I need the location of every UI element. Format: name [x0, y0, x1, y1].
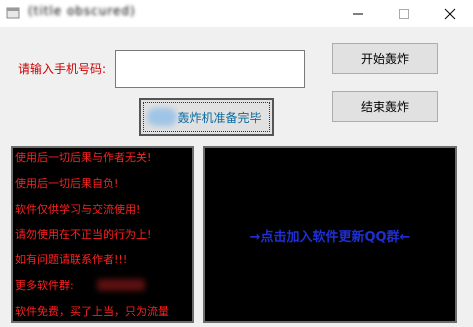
phone-label: 请输入手机号码:: [18, 62, 107, 76]
phone-input[interactable]: [115, 50, 305, 88]
notice-line: 软件仅供学习与交流使用!: [15, 203, 141, 216]
start-bomb-label: 开始轰炸: [360, 52, 409, 66]
minimize-icon: [353, 13, 363, 14]
maximize-icon: [399, 8, 409, 19]
notice-line: 更多软件群:: [15, 279, 74, 292]
close-icon: [444, 8, 456, 19]
app-window: (title obscured) 请输入手机号码: 开始轰炸 结束轰炸 轰炸机准…: [0, 0, 473, 327]
close-button[interactable]: [427, 0, 473, 27]
notice-line: 如有问题请联系作者!!!: [15, 253, 128, 266]
ready-status-button[interactable]: 轰炸机准备完毕: [139, 98, 274, 136]
maximize-button[interactable]: [381, 0, 427, 27]
join-qq-group-link[interactable]: →点击加入软件更新QQ群←: [205, 226, 455, 245]
stop-bomb-label: 结束轰炸: [360, 100, 409, 114]
notice-panel: 使用后一切后果与作者无关! 使用后一切后果自负! 软件仅供学习与交流使用! 请勿…: [11, 146, 194, 323]
notice-line: 请勿使用在不正当的行为上!: [15, 228, 152, 241]
stop-bomb-button[interactable]: 结束轰炸: [332, 91, 438, 122]
window-title: (title obscured): [28, 4, 136, 18]
app-icon: [6, 7, 20, 19]
ready-status-label: 轰炸机准备完毕: [177, 110, 262, 125]
notice-line: 使用后一切后果与作者无关!: [15, 151, 152, 164]
minimize-button[interactable]: [335, 0, 381, 27]
qq-group-panel: →点击加入软件更新QQ群←: [203, 146, 457, 323]
blurred-icon: [147, 108, 177, 126]
notice-line: 使用后一切后果自负!: [15, 177, 119, 190]
notice-line: 软件免费，买了上当，只为流量: [15, 305, 169, 318]
start-bomb-button[interactable]: 开始轰炸: [332, 43, 438, 74]
redacted-group-number: [97, 279, 145, 291]
title-bar[interactable]: (title obscured): [0, 0, 473, 27]
